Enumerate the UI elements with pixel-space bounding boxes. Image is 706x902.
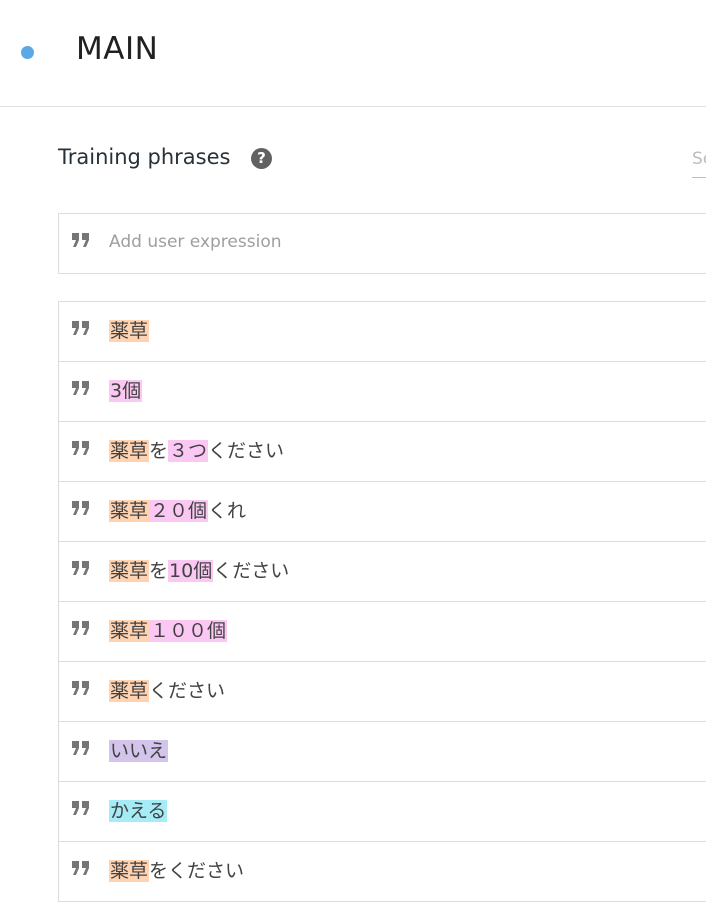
question-circle-icon[interactable]: ? — [251, 148, 272, 169]
training-phrase-text[interactable]: 薬草をください — [109, 857, 244, 885]
entity-annotation[interactable]: 薬草 — [109, 680, 150, 702]
quote-icon — [71, 620, 91, 636]
training-phrase-row[interactable]: 薬草を３つください — [59, 422, 706, 482]
training-phrase-row[interactable]: 3個 — [59, 362, 706, 422]
entity-annotation[interactable]: 薬草 — [109, 560, 150, 582]
quote-icon — [71, 500, 91, 516]
training-phrase-row[interactable]: 薬草を10個ください — [59, 542, 706, 602]
entity-annotation[interactable]: 薬草 — [109, 440, 150, 462]
entity-annotation[interactable]: かえる — [109, 800, 168, 822]
phrase-plain-text: ください — [149, 680, 226, 702]
entity-annotation[interactable]: 薬草 — [109, 860, 150, 882]
training-phrase-text[interactable]: 薬草 １００個 — [109, 617, 228, 645]
add-user-expression-field[interactable]: Add user expression — [58, 213, 706, 274]
add-user-expression-placeholder[interactable]: Add user expression — [109, 232, 282, 252]
training-phrase-list: 薬草 3個 薬草を３つください 薬草 ２０個くれ 薬草を10個ください 薬草 １００個 薬草くだ… — [58, 301, 706, 902]
intent-status-dot — [21, 46, 34, 59]
quote-icon — [71, 440, 91, 456]
entity-annotation[interactable]: 3個 — [109, 380, 143, 402]
intent-title: MAIN — [76, 31, 159, 67]
training-phrase-text[interactable]: 薬草 — [109, 317, 150, 345]
quote-icon — [71, 740, 91, 756]
quote-icon — [71, 380, 91, 396]
training-phrase-text[interactable]: かえる — [109, 797, 168, 825]
entity-annotation[interactable]: ２０個 — [149, 500, 209, 522]
training-phrase-text[interactable]: 薬草ください — [109, 677, 225, 705]
phrase-plain-text: を — [149, 440, 169, 462]
phrase-plain-text: をください — [149, 860, 245, 882]
training-phrases-title: Training phrases — [58, 145, 231, 169]
entity-annotation[interactable]: 薬草 — [109, 620, 150, 642]
quote-icon — [71, 800, 91, 816]
training-phrase-row[interactable]: 薬草ください — [59, 662, 706, 722]
training-phrase-text[interactable]: 薬草 ２０個くれ — [109, 497, 246, 525]
intent-header: MAIN — [0, 0, 706, 107]
training-phrase-row[interactable]: かえる — [59, 782, 706, 842]
entity-annotation[interactable]: １００個 — [149, 620, 228, 642]
entity-annotation[interactable]: 10個 — [168, 560, 214, 582]
quote-icon — [71, 320, 91, 336]
quote-icon — [71, 560, 91, 576]
training-phrase-row[interactable]: いいえ — [59, 722, 706, 782]
training-phrase-row[interactable]: 薬草 ２０個くれ — [59, 482, 706, 542]
training-phrase-text[interactable]: 薬草を３つください — [109, 437, 284, 465]
training-phrase-row[interactable]: 薬草 １００個 — [59, 602, 706, 662]
phrase-plain-text: を — [149, 560, 169, 582]
quote-icon — [71, 860, 91, 876]
training-phrase-text[interactable]: 3個 — [109, 377, 143, 405]
phrase-plain-text: ください — [208, 440, 285, 462]
entity-annotation[interactable]: いいえ — [109, 740, 169, 762]
quote-icon — [71, 232, 91, 248]
entity-annotation[interactable]: 薬草 — [109, 500, 150, 522]
search-phrases-input[interactable]: Search — [692, 146, 706, 178]
training-phrase-row[interactable]: 薬草をください — [59, 842, 706, 902]
entity-annotation[interactable]: 薬草 — [109, 320, 150, 342]
training-phrase-text[interactable]: いいえ — [109, 737, 169, 765]
training-phrase-text[interactable]: 薬草を10個ください — [109, 557, 289, 585]
entity-annotation[interactable]: ３つ — [168, 440, 209, 462]
training-phrase-row[interactable]: 薬草 — [59, 302, 706, 362]
phrase-plain-text: ください — [213, 560, 290, 582]
phrase-plain-text: くれ — [208, 500, 247, 522]
quote-icon — [71, 680, 91, 696]
